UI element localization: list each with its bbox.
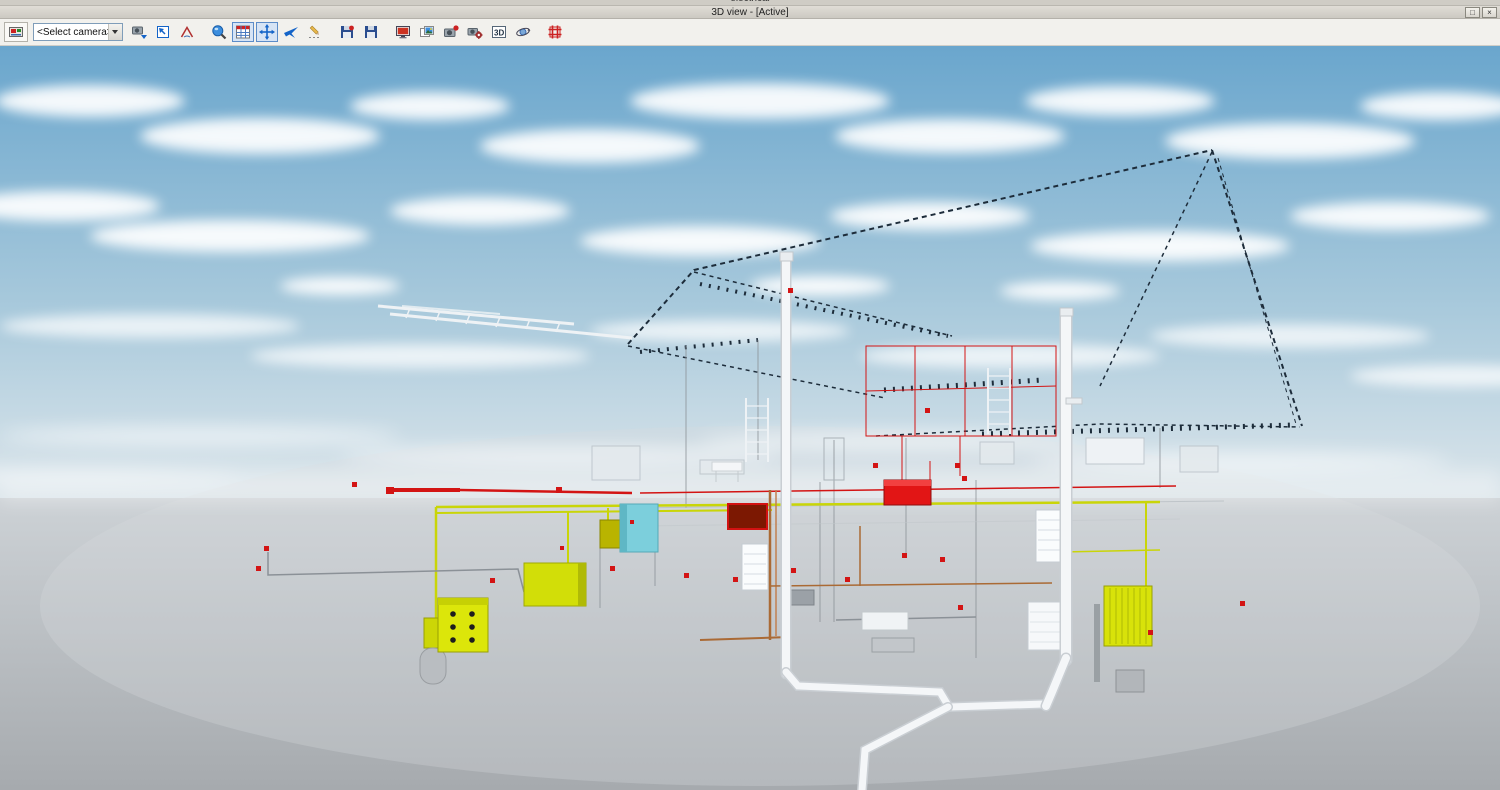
save-icon [363,24,379,40]
pan-button[interactable] [256,22,278,42]
parent-title-fragment: electrical [0,0,1500,4]
zoom-globe-button[interactable] [208,22,230,42]
scene-camera-button[interactable] [4,22,28,42]
camera-selector-value: <Select camera> [34,27,108,38]
chevron-down-icon[interactable] [108,24,122,40]
toolbar-separator [384,22,390,42]
orbit-icon [515,24,531,40]
grid-view-icon [235,24,251,40]
3d-viewport[interactable] [0,46,1500,790]
render-monitor-button[interactable] [392,22,414,42]
maximize-icon: □ [1470,8,1475,17]
camera-record-icon [443,24,459,40]
toolbar-separator [200,22,206,42]
window-title: 3D view - [Active] [0,6,1500,19]
camera-settings-icon [467,24,483,40]
toolbar-separator [328,22,334,42]
close-icon: × [1487,8,1492,17]
orbit-button[interactable] [512,22,534,42]
camera-target-icon [131,24,147,40]
measure-button[interactable] [304,22,326,42]
pan-arrows-icon [259,24,275,40]
title-bar[interactable]: 3D view - [Active] □ × [0,6,1500,19]
fly-mode-button[interactable] [280,22,302,42]
view-3d-button[interactable]: 3D [488,22,510,42]
view-3d-glyph: 3D [494,29,504,38]
camera-record-button[interactable] [440,22,462,42]
window-controls: □ × [1465,7,1500,18]
export-image-button[interactable] [416,22,438,42]
zoom-window-icon [155,24,171,40]
camera-target-button[interactable] [128,22,150,42]
maximize-button[interactable]: □ [1465,7,1480,18]
camera-selector[interactable]: <Select camera> [33,23,123,41]
toolbar-separator [536,22,542,42]
scene-camera-icon [8,24,24,40]
camera-settings-button[interactable] [464,22,486,42]
export-image-icon [419,24,435,40]
close-button[interactable]: × [1482,7,1497,18]
render-monitor-icon [395,24,411,40]
measure-pencil-icon [307,24,323,40]
section-grid-icon [547,24,563,40]
toolbar: <Select camera> [0,19,1500,46]
zoom-globe-icon [211,24,227,40]
save-button[interactable] [360,22,382,42]
section-grid-button[interactable] [544,22,566,42]
save-view-button[interactable] [336,22,358,42]
save-view-icon [339,24,355,40]
fly-mode-icon [283,24,299,40]
application-window: electrical 3D view - [Active] □ × <Selec… [0,0,1500,790]
grid-view-button[interactable] [232,22,254,42]
viewing-angle-icon [179,24,195,40]
zoom-window-button[interactable] [152,22,174,42]
viewing-angle-button[interactable] [176,22,198,42]
view-3d-icon: 3D [491,24,507,40]
3d-scene [0,46,1500,790]
